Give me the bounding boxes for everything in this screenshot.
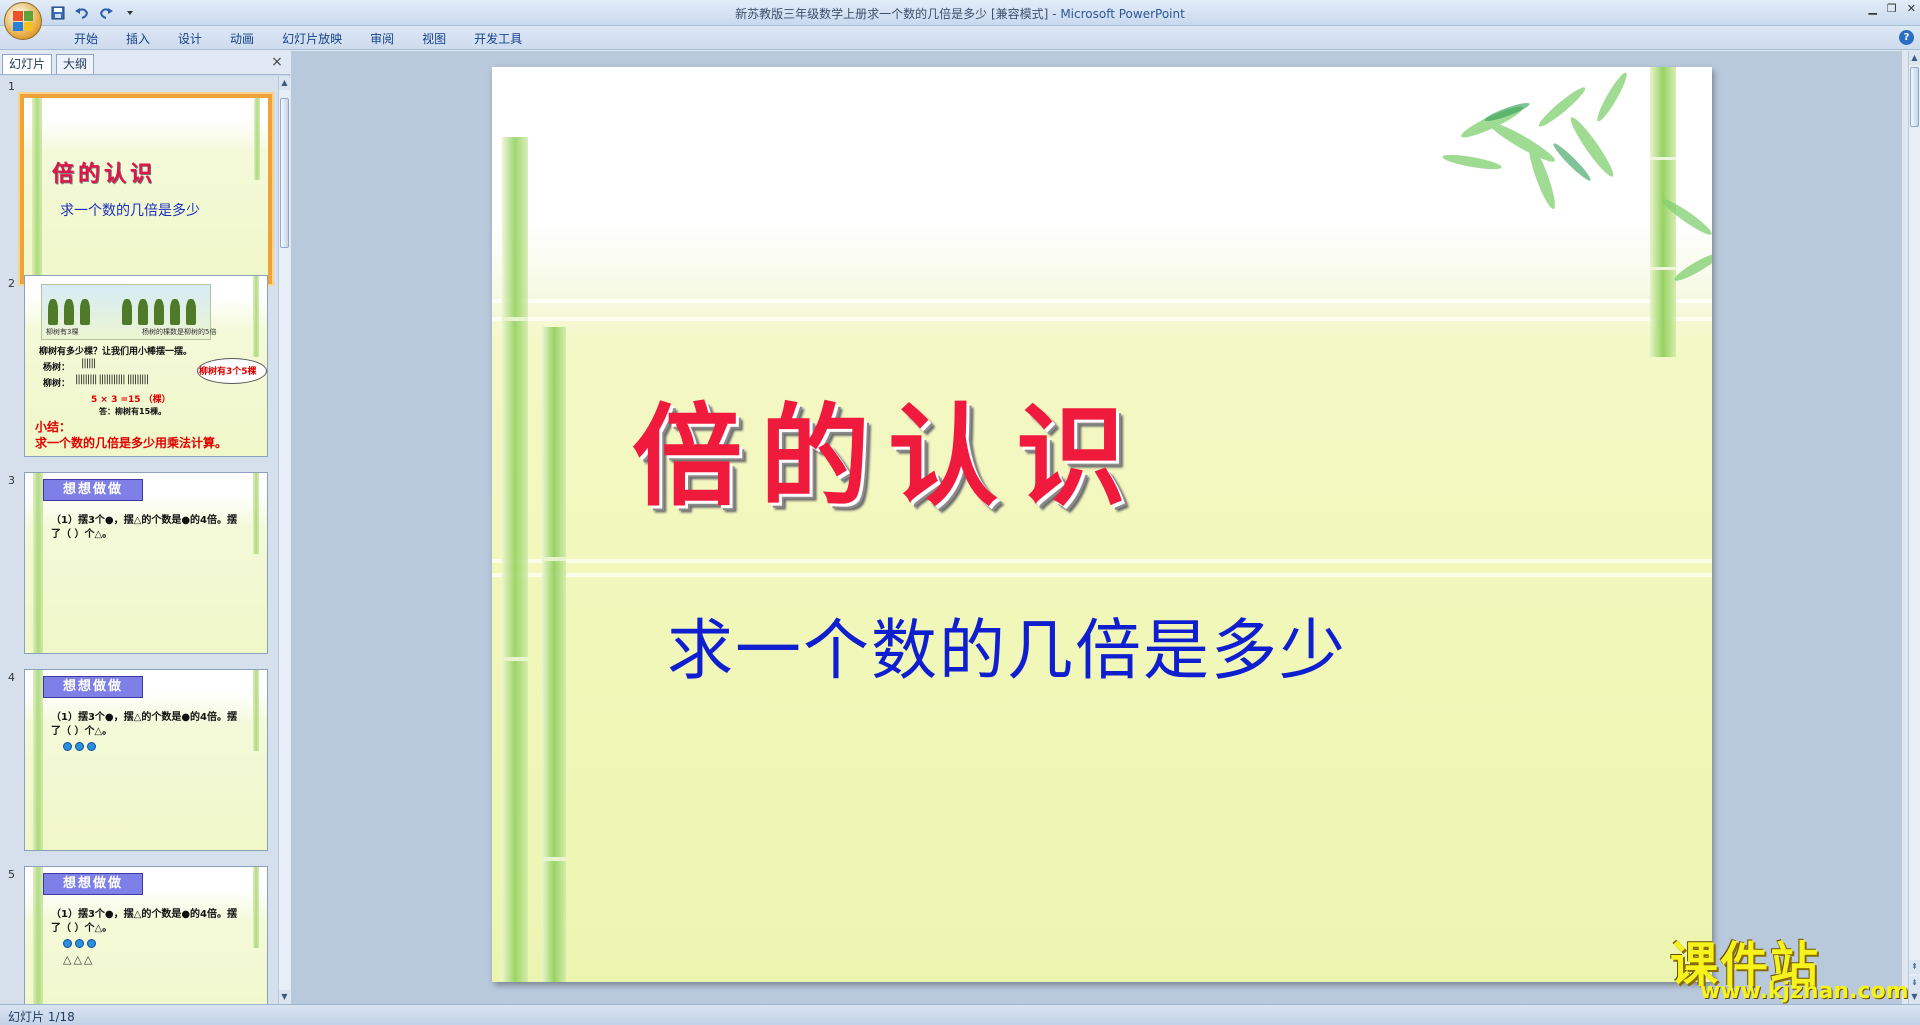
thumbnail-text: （1）摆3个●，摆△的个数是●的4倍。摆 [51,909,238,920]
bamboo-decoration [32,98,42,280]
tab-review[interactable]: 审阅 [356,30,408,48]
tab-home[interactable]: 开始 [60,30,112,48]
thumbnail-text: 柳树有多少棵？让我们用小棒摆一摆。 [39,347,193,357]
prev-slide-icon[interactable]: ⇞ [1909,960,1920,974]
scroll-down-icon[interactable]: ▼ [279,990,290,1004]
tab-developer[interactable]: 开发工具 [460,30,536,48]
thumbnail-title: 倍的认识 [52,161,157,187]
scroll-up-icon[interactable]: ▲ [279,76,290,90]
bamboo-leaves-decoration [1442,67,1712,357]
bamboo-decoration [253,867,259,948]
watermark-url: www.kjzhan.com [1700,979,1909,1004]
bamboo-decoration [33,670,43,850]
tab-animations[interactable]: 动画 [216,30,268,48]
thumbnail-slide-4[interactable]: 想想做做 （1）摆3个●，摆△的个数是●的4倍。摆 了（ ）个△。 [24,669,268,851]
bamboo-decoration [33,867,43,1004]
title-bar: 新苏教版三年级数学上册求一个数的几倍是多少 [兼容模式] - Microsoft… [0,0,1920,40]
pane-tabs: 幻灯片 大纲 × [0,51,290,75]
equation-text: 5 × 3 =15 （棵） [91,395,171,405]
tab-slideshow[interactable]: 幻灯片放映 [268,30,356,48]
window-title: 新苏教版三年级数学上册求一个数的几倍是多少 [兼容模式] - Microsoft… [0,5,1920,22]
ribbon-tabs: 开始 插入 设计 动画 幻灯片放映 审阅 视图 开发工具 [60,30,536,48]
watermark: 课件站 www.kjzhan.com [1670,925,1909,1005]
circles-row [63,939,96,948]
bamboo-decoration [253,670,259,751]
slide-counter: 幻灯片 1/18 [8,1010,75,1024]
slide-subtitle[interactable]: 求一个数的几倍是多少 [667,597,1347,693]
answer-text: 答：柳树有15棵。 [99,407,167,416]
decor-band [492,559,1712,563]
minimize-icon[interactable]: ▁ [1868,2,1876,15]
thumbnail-number: 3 [8,474,15,487]
tab-outline[interactable]: 大纲 [56,54,95,74]
tab-design[interactable]: 设计 [164,30,216,48]
cloud-text: 柳树有3个5棵 [199,367,257,377]
status-bar: 幻灯片 1/18 [0,1004,1920,1025]
next-slide-icon[interactable]: ⇟ [1909,976,1920,990]
slide-title[interactable]: 倍的认识 [632,367,1144,527]
picture-label-right: 杨树的棵数是柳树的5倍 [142,328,217,336]
thumbnail-text: 杨树： [43,363,71,373]
scroll-down-icon[interactable]: ▼ [1909,990,1920,1004]
thumbnail-banner: 想想做做 [43,676,143,698]
close-icon[interactable]: ✕ [1907,2,1916,15]
tab-slides[interactable]: 幻灯片 [2,54,53,74]
circles-row [63,742,96,751]
restore-icon[interactable]: ❐ [1887,2,1897,15]
slides-pane: 幻灯片 大纲 × 1 倍的认识 求一个数的几倍是多少 2 柳树有3棵 杨树的棵数… [0,51,290,1004]
office-logo-icon [13,11,33,31]
bamboo-decoration [253,473,259,554]
thumbnail-text: （1）摆3个●，摆△的个数是●的4倍。摆 [51,515,238,526]
trees-picture: 柳树有3棵 杨树的棵数是柳树的5倍 [41,284,216,340]
thumbnail-number: 1 [8,80,15,93]
thumbnail-number: 4 [8,671,15,684]
thumbnail-number: 2 [8,277,15,290]
app-name: Microsoft PowerPoint [1060,7,1185,21]
help-icon[interactable]: ? [1899,30,1914,45]
thumbnail-number: 5 [8,868,15,881]
document-title: 新苏教版三年级数学上册求一个数的几倍是多少 [兼容模式] [735,7,1049,21]
editor-scrollbar[interactable]: ▲ ⇞ ⇟ ▼ [1908,51,1920,1004]
thumbnail-slide-2[interactable]: 柳树有3棵 杨树的棵数是柳树的5倍 柳树有多少棵？让我们用小棒摆一摆。 杨树： … [24,275,268,457]
thumbnail-subtitle: 求一个数的几倍是多少 [60,203,200,219]
tab-view[interactable]: 视图 [408,30,460,48]
bamboo-decoration [253,276,259,357]
thumbnail-text: 柳树： [43,379,71,389]
thumbnail-banner: 想想做做 [43,873,143,895]
thumbnails-scrollbar[interactable]: ▲ ▼ [278,76,290,1004]
stick-row-2: ||||||||| ||||||||||| ||||||||| [75,374,149,385]
slide-thumbnails: 1 倍的认识 求一个数的几倍是多少 2 柳树有3棵 杨树的棵数是柳树的5倍 柳树… [0,76,278,1004]
thumbnail-slide-1[interactable]: 倍的认识 求一个数的几倍是多少 [20,94,272,284]
scrollbar-thumb[interactable] [280,98,289,248]
summary-label: 小结： [35,420,72,434]
summary-text: 求一个数的几倍是多少用乘法计算。 [35,436,228,450]
slide-editor: 倍的认识 求一个数的几倍是多少 [291,51,1902,1004]
thumbnail-slide-5[interactable]: 想想做做 （1）摆3个●，摆△的个数是●的4倍。摆 了（ ）个△。 △△△ [24,866,268,1004]
bamboo-decoration [33,473,43,653]
scroll-up-icon[interactable]: ▲ [1909,51,1920,65]
slide-canvas[interactable]: 倍的认识 求一个数的几倍是多少 [492,67,1712,982]
decor-band [492,573,1712,577]
triangles-row: △△△ [63,953,95,966]
thumbnail-slide-3[interactable]: 想想做做 （1）摆3个●，摆△的个数是●的4倍。摆 了（ ）个△。 [24,472,268,654]
stick-row-1: |||||| [81,358,96,369]
title-separator: - [1048,7,1061,21]
thumbnail-text: 了（ ）个△。 [51,529,113,540]
picture-label-left: 柳树有3棵 [46,328,79,336]
tab-insert[interactable]: 插入 [112,30,164,48]
ribbon-tab-bar: 开始 插入 设计 动画 幻灯片放映 审阅 视图 开发工具 ? [0,26,1920,50]
bamboo-decoration [254,98,260,180]
window-controls: ▁ ❐ ✕ [1868,2,1916,15]
pane-close-icon[interactable]: × [270,55,284,69]
thumbnail-text: （1）摆3个●，摆△的个数是●的4倍。摆 [51,712,238,723]
bamboo-stalks-decoration [502,137,566,982]
office-button[interactable] [4,2,42,40]
thumbnail-banner: 想想做做 [43,479,143,501]
scrollbar-thumb[interactable] [1910,67,1919,127]
thumbnail-text: 了（ ）个△。 [51,923,113,934]
thumbnail-text: 了（ ）个△。 [51,726,113,737]
